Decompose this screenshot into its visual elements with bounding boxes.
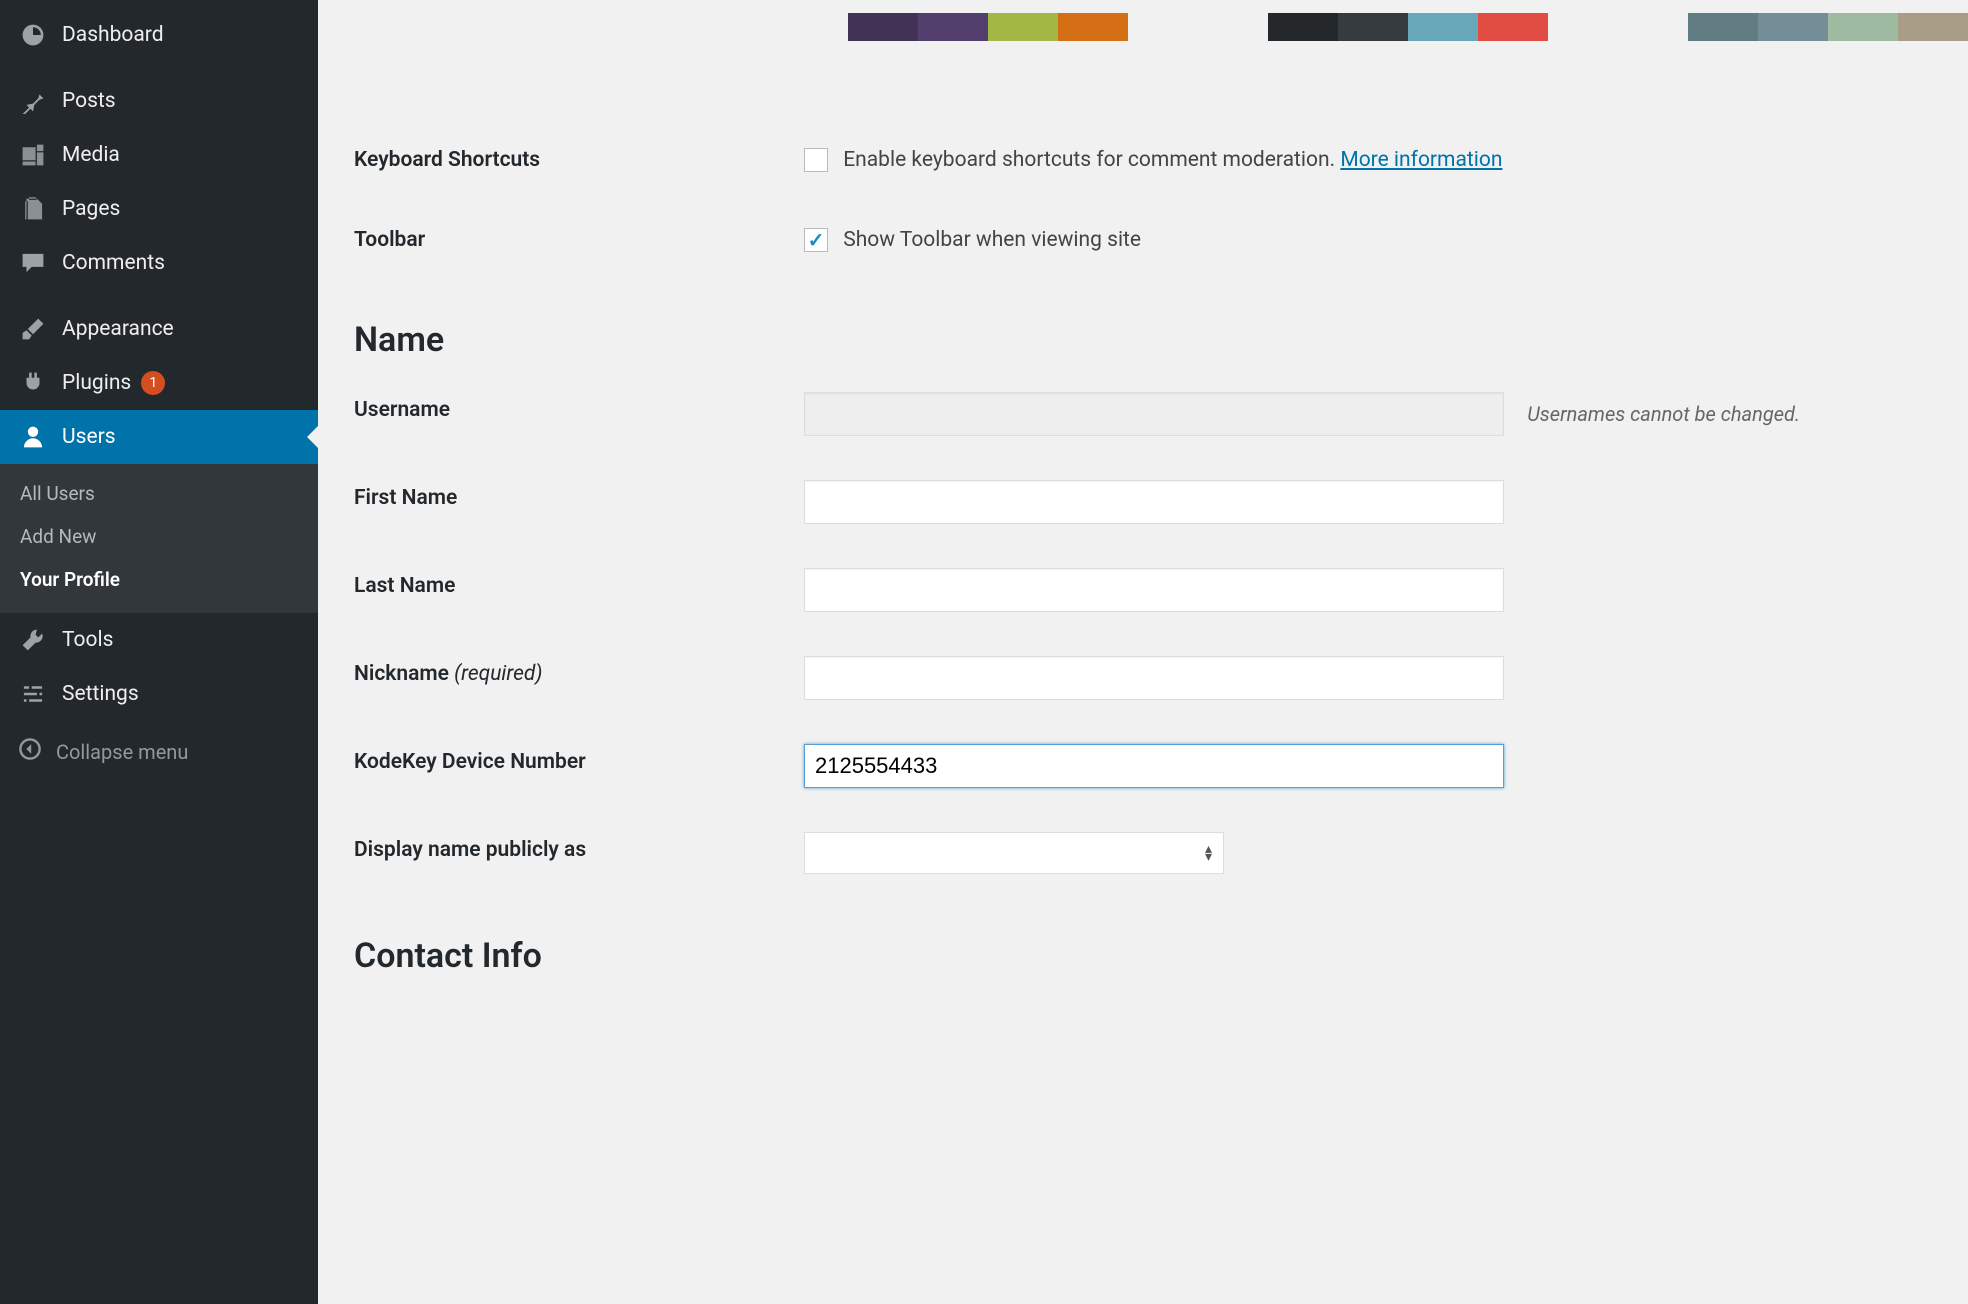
more-information-link[interactable]: More information: [1340, 148, 1502, 172]
sidebar-item-label: Users: [62, 425, 116, 449]
users-submenu: All Users Add New Your Profile: [0, 464, 318, 613]
sidebar-item-label: Appearance: [62, 317, 174, 341]
scheme-swatches: [848, 13, 1128, 41]
sidebar-item-label: Settings: [62, 682, 139, 706]
plug-icon: [18, 368, 48, 398]
profile-content: Ectoplasm Midnight Ocean: [318, 0, 1968, 1304]
toolbar-checkbox[interactable]: [804, 228, 828, 252]
sidebar-item-media[interactable]: Media: [0, 128, 318, 182]
scheme-ocean[interactable]: Ocean: [1688, 0, 1968, 41]
sidebar-item-label: Plugins: [62, 371, 131, 395]
wrench-icon: [18, 625, 48, 655]
scheme-swatches: [1688, 13, 1968, 41]
pages-icon: [18, 194, 48, 224]
nickname-required-note: (required): [454, 662, 542, 686]
sidebar-item-label: Comments: [62, 251, 165, 275]
collapse-menu-button[interactable]: Collapse menu: [0, 721, 318, 782]
submenu-item-your-profile[interactable]: Your Profile: [0, 558, 318, 601]
sidebar-item-plugins[interactable]: Plugins 1: [0, 356, 318, 410]
nickname-label: Nickname (required): [354, 634, 794, 722]
scheme-ectoplasm[interactable]: Ectoplasm: [848, 0, 1128, 41]
username-input: [804, 392, 1504, 436]
keyboard-shortcuts-text: Enable keyboard shortcuts for comment mo…: [843, 148, 1335, 172]
dashboard-icon: [18, 20, 48, 50]
sidebar-item-settings[interactable]: Settings: [0, 667, 318, 721]
sidebar-item-posts[interactable]: Posts: [0, 74, 318, 128]
name-section-title: Name: [354, 320, 1932, 360]
first-name-label: First Name: [354, 458, 794, 546]
sidebar-item-label: Pages: [62, 197, 120, 221]
username-label: Username: [354, 370, 794, 458]
kodekey-label: KodeKey Device Number: [354, 722, 794, 810]
scheme-midnight[interactable]: Midnight: [1268, 0, 1548, 41]
sidebar-item-label: Media: [62, 143, 120, 167]
submenu-item-all-users[interactable]: All Users: [0, 472, 318, 515]
scheme-swatches: [1268, 13, 1548, 41]
collapse-icon: [18, 737, 42, 766]
sidebar-item-dashboard[interactable]: Dashboard: [0, 8, 318, 62]
sidebar-item-comments[interactable]: Comments: [0, 236, 318, 290]
display-name-select[interactable]: [804, 832, 1224, 874]
keyboard-shortcuts-label: Keyboard Shortcuts: [354, 120, 794, 200]
toolbar-text: Show Toolbar when viewing site: [843, 228, 1141, 252]
sidebar-item-tools[interactable]: Tools: [0, 613, 318, 667]
toolbar-label: Toolbar: [354, 200, 794, 280]
plugins-update-badge: 1: [141, 371, 165, 395]
sidebar-item-pages[interactable]: Pages: [0, 182, 318, 236]
media-icon: [18, 140, 48, 170]
sidebar-item-label: Tools: [62, 628, 113, 652]
color-scheme-row: Ectoplasm Midnight Ocean: [848, 0, 1968, 41]
submenu-item-add-new[interactable]: Add New: [0, 515, 318, 558]
sliders-icon: [18, 679, 48, 709]
collapse-label: Collapse menu: [56, 740, 188, 764]
pin-icon: [18, 86, 48, 116]
last-name-label: Last Name: [354, 546, 794, 634]
username-note: Usernames cannot be changed.: [1527, 402, 1800, 426]
keyboard-shortcuts-checkbox[interactable]: [804, 148, 828, 172]
sidebar-item-appearance[interactable]: Appearance: [0, 302, 318, 356]
display-name-label: Display name publicly as: [354, 810, 794, 896]
last-name-input[interactable]: [804, 568, 1504, 612]
comment-icon: [18, 248, 48, 278]
sidebar-item-label: Dashboard: [62, 23, 164, 47]
nickname-input[interactable]: [804, 656, 1504, 700]
brush-icon: [18, 314, 48, 344]
sidebar-item-label: Posts: [62, 89, 116, 113]
admin-sidebar: Dashboard Posts Media Pages Comments: [0, 0, 318, 1304]
user-icon: [18, 422, 48, 452]
kodekey-input[interactable]: [804, 744, 1504, 788]
sidebar-item-users[interactable]: Users: [0, 410, 318, 464]
first-name-input[interactable]: [804, 480, 1504, 524]
contact-section-title: Contact Info: [354, 936, 1932, 976]
